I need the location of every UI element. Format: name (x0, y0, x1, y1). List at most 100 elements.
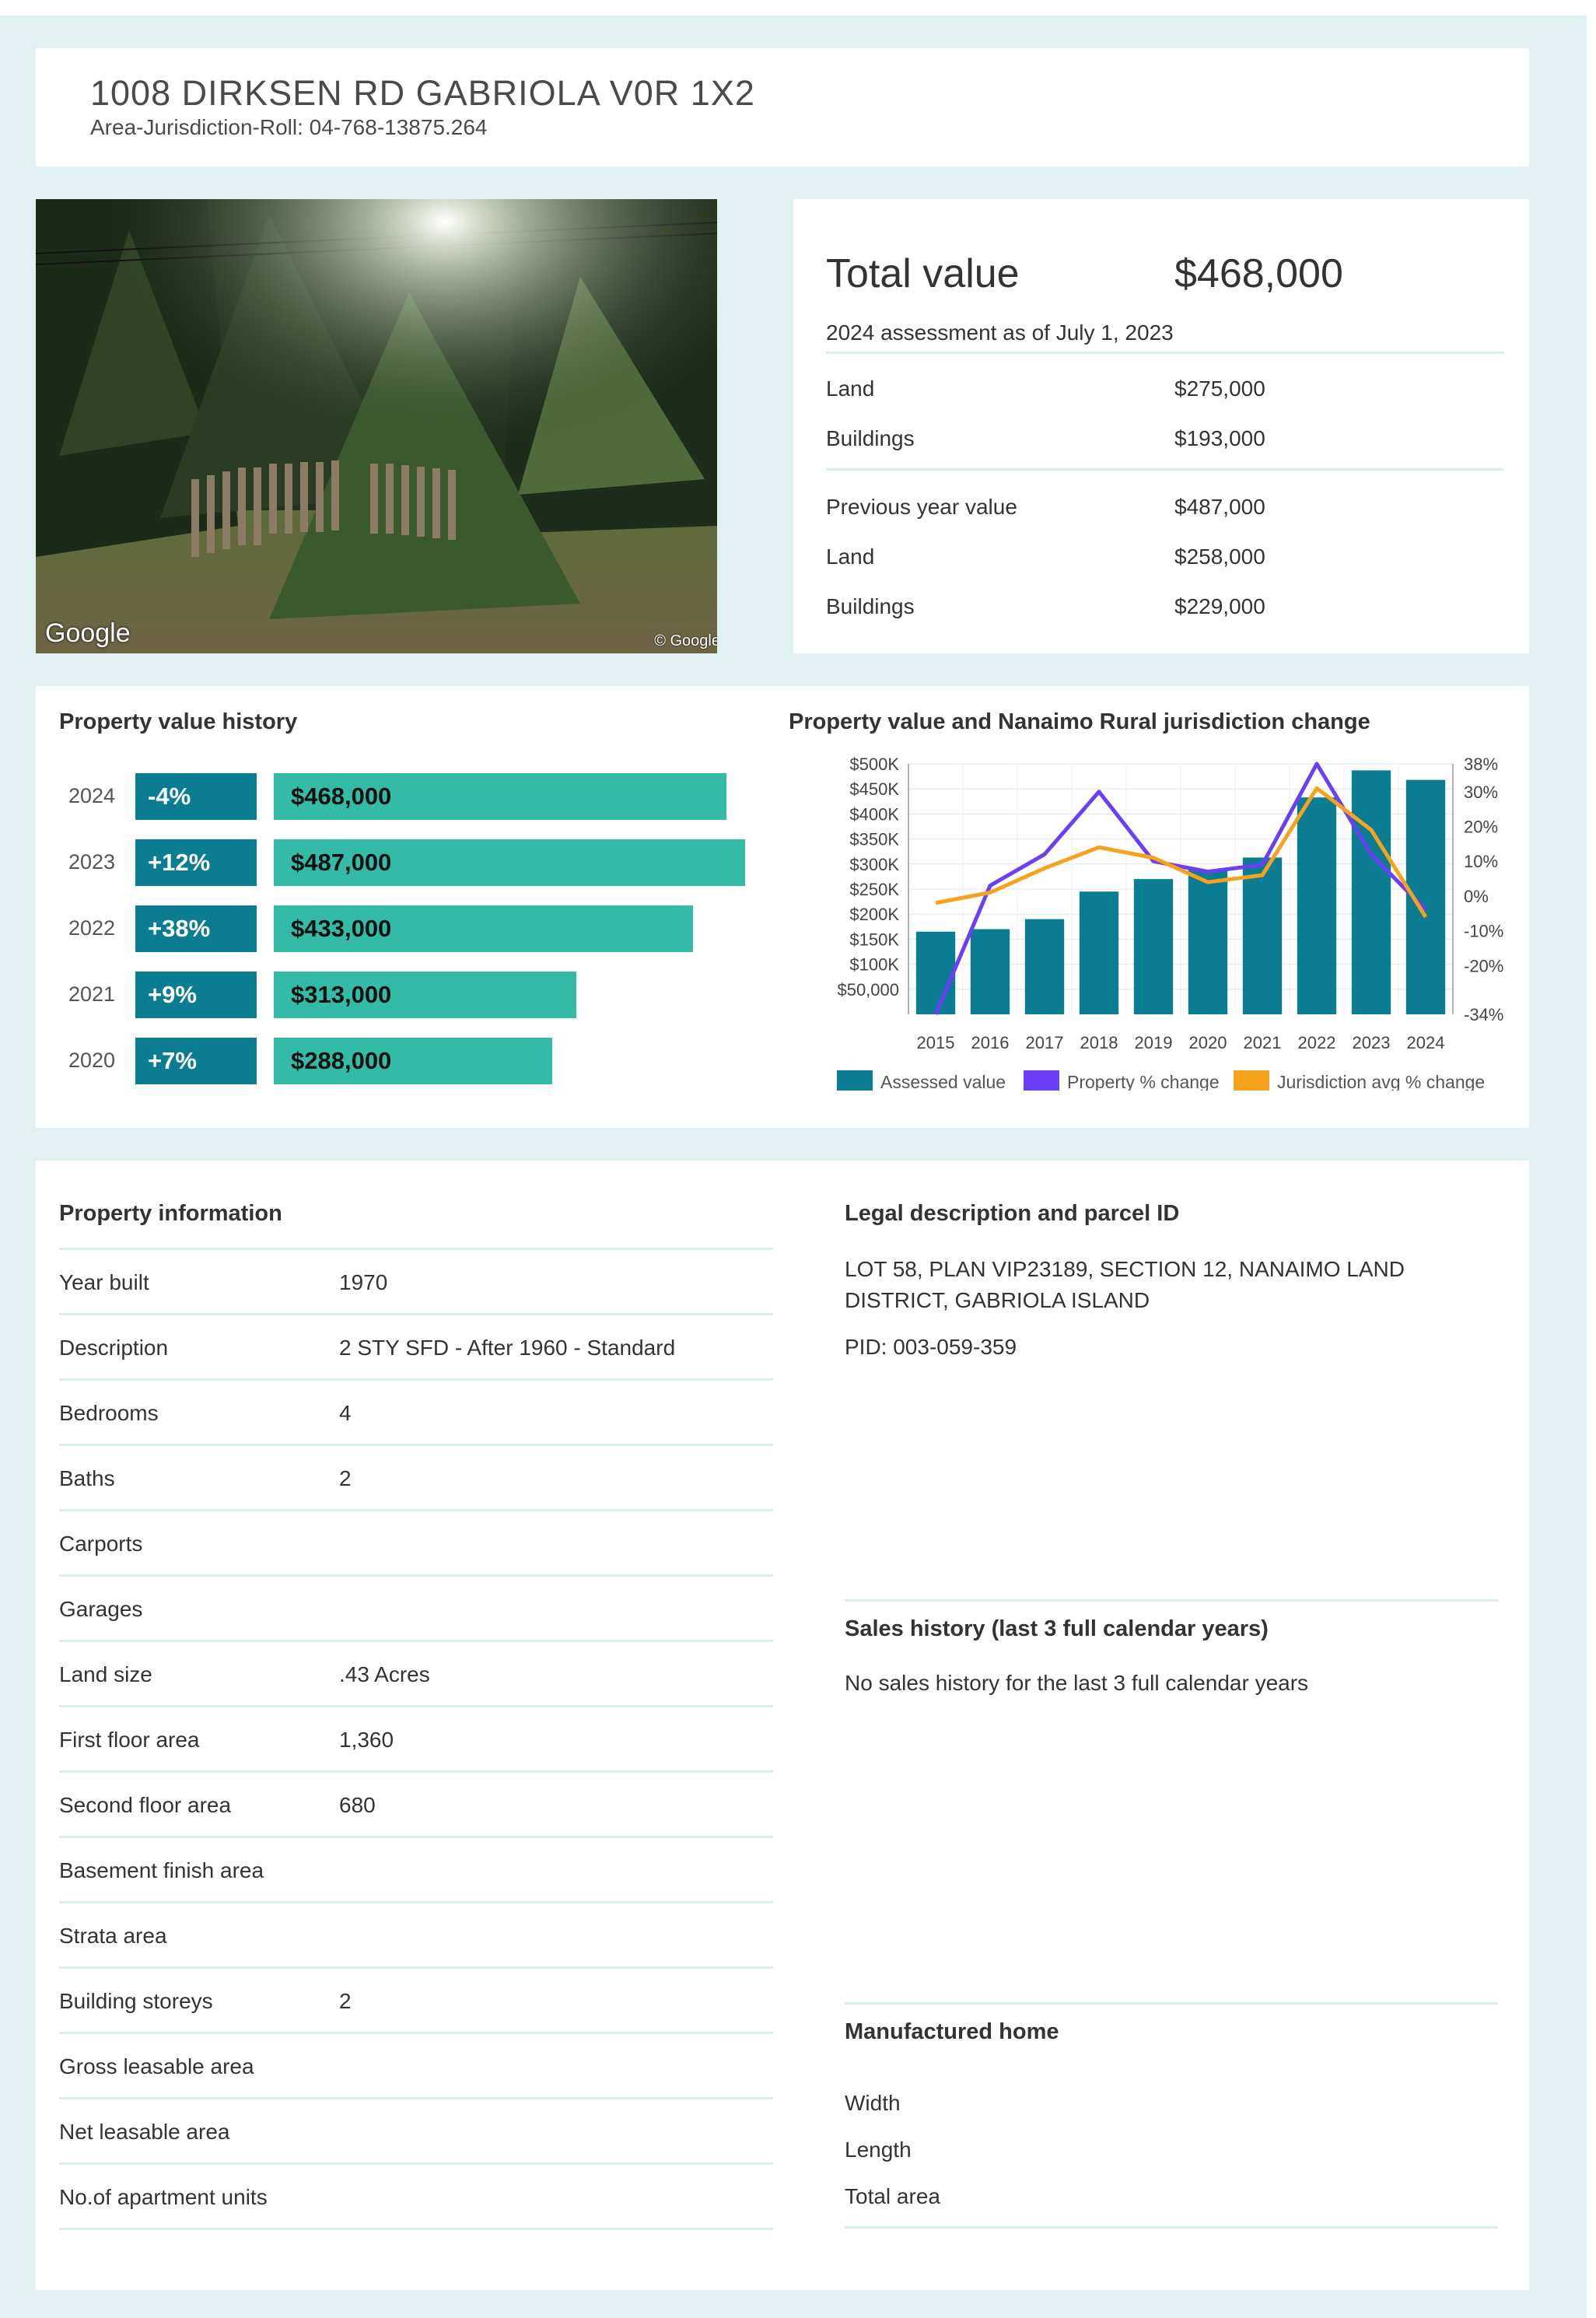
property-info-value: 2 (339, 1989, 352, 2013)
property-info-label: Gross leasable area (59, 2054, 254, 2078)
left-tick-label: $100K (849, 955, 899, 975)
history-year: 2023 (68, 850, 116, 874)
history-value-bar: $433,000 (274, 905, 693, 952)
x-tick-label: 2020 (1189, 1033, 1227, 1052)
assessed-value-bar (1297, 797, 1337, 1014)
assessed-value-bar (1242, 857, 1283, 1014)
history-year: 2020 (68, 1049, 116, 1072)
property-info-label: First floor area (59, 1728, 200, 1752)
property-address: 1008 DIRKSEN RD GABRIOLA V0R 1X2 (90, 73, 755, 113)
manufactured-width-label: Width (845, 2091, 901, 2115)
left-tick-label: $300K (849, 855, 899, 874)
history-year: 2024 (68, 784, 116, 807)
x-tick-label: 2019 (1135, 1033, 1173, 1052)
right-tick-label: 38% (1464, 755, 1498, 774)
property-info-row: Basement finish area (59, 1838, 773, 1903)
property-info-value: 680 (339, 1793, 376, 1817)
assessed-value-bar (1079, 891, 1119, 1014)
property-info-row: Garages (59, 1577, 773, 1642)
history-year: 2022 (68, 916, 116, 940)
google-logo: Google (45, 618, 131, 648)
parcel-id: PID: 003-059-359 (845, 1335, 1017, 1359)
property-info-label: No.of apartment units (59, 2185, 268, 2209)
property-info-row: Description 2 STY SFD - After 1960 - Stan… (59, 1315, 773, 1381)
history-change: +12% (135, 839, 257, 886)
left-tick-label: $50,000 (837, 980, 899, 1000)
previous-buildings-label: Buildings (826, 594, 915, 618)
legal-description-line1: LOT 58, PLAN VIP23189, SECTION 12, NANAI… (845, 1257, 1405, 1281)
property-info-value: 2 STY SFD - After 1960 - Standard (339, 1336, 676, 1360)
property-info-row: Net leasable area (59, 2099, 773, 2165)
buildings-value: $193,000 (1174, 426, 1265, 450)
left-tick-label: $400K (849, 804, 899, 824)
property-info-row: Year built 1970 (59, 1250, 773, 1315)
assessment-note: 2024 assessment as of July 1, 2023 (826, 320, 1174, 345)
property-info-label: Year built (59, 1270, 149, 1294)
previous-buildings-value: $229,000 (1174, 594, 1265, 618)
left-tick-label: $200K (849, 905, 899, 924)
property-info-title: Property information (59, 1201, 282, 1226)
legend-jurisdiction-change-swatch (1234, 1070, 1269, 1091)
assessed-value-bar (915, 931, 956, 1014)
previous-land-value: $258,000 (1174, 544, 1265, 569)
history-row: 2024 -4% $468,000 (36, 773, 782, 820)
x-tick-label: 2018 (1080, 1033, 1118, 1052)
property-info-label: Strata area (59, 1924, 167, 1948)
history-value-bar: $487,000 (274, 839, 745, 886)
total-value-card: Total value $468,000 2024 assessment as … (793, 199, 1529, 653)
total-value-label: Total value (826, 251, 1020, 296)
value-history-card: Property value history 2024 -4% $468,000 20… (36, 686, 1529, 1128)
property-info-row: Baths 2 (59, 1446, 773, 1511)
right-tick-label: -34% (1464, 1005, 1503, 1024)
legend-property-change-swatch (1024, 1070, 1059, 1091)
property-info-row: Bedrooms 4 (59, 1381, 773, 1446)
right-tick-label: 0% (1464, 887, 1489, 906)
previous-year-value: $487,000 (1174, 495, 1265, 519)
history-change: +9% (135, 972, 257, 1018)
right-tick-label: 30% (1464, 783, 1498, 802)
land-label: Land (826, 376, 875, 401)
right-tick-label: 20% (1464, 818, 1498, 837)
history-value-bar: $468,000 (274, 773, 726, 820)
divider (826, 468, 1504, 471)
address-header: 1008 DIRKSEN RD GABRIOLA V0R 1X2 Area-Ju… (36, 48, 1529, 166)
property-info-label: Net leasable area (59, 2120, 230, 2144)
legal-title: Legal description and parcel ID (845, 1201, 1180, 1226)
history-value-bar: $313,000 (274, 972, 576, 1018)
divider (826, 352, 1504, 354)
property-info-label: Bedrooms (59, 1401, 159, 1425)
x-tick-label: 2022 (1298, 1033, 1336, 1052)
property-info-value: 1970 (339, 1270, 388, 1294)
assessed-value-bar (970, 929, 1010, 1014)
legend-assessed-value-swatch (837, 1070, 873, 1091)
x-tick-label: 2021 (1244, 1033, 1282, 1052)
property-info-label: Description (59, 1336, 169, 1360)
left-tick-label: $250K (849, 880, 899, 899)
assessed-value-bar (1351, 770, 1391, 1014)
x-tick-label: 2015 (917, 1033, 955, 1052)
property-info-row: Gross leasable area (59, 2034, 773, 2099)
property-info-label: Building storeys (59, 1989, 213, 2013)
property-info-label: Baths (59, 1466, 115, 1490)
legend-assessed-value-label: Assessed value (880, 1072, 1006, 1091)
left-tick-label: $350K (849, 830, 899, 849)
legend-jurisdiction-change-label: Jurisdiction avg % change (1277, 1072, 1485, 1091)
left-tick-label: $500K (849, 755, 899, 774)
history-change: +7% (135, 1038, 257, 1084)
history-title: Property value history (59, 709, 298, 734)
property-info-row: First floor area 1,360 (59, 1707, 773, 1773)
assessed-value-bar (1188, 870, 1228, 1014)
x-tick-label: 2016 (971, 1033, 1010, 1052)
property-info-label: Garages (59, 1597, 143, 1621)
property-info-value: .43 Acres (339, 1662, 430, 1686)
property-info-row: Land size .43 Acres (59, 1642, 773, 1707)
property-info-label: Basement finish area (59, 1858, 264, 1882)
land-value: $275,000 (1174, 376, 1265, 401)
legend-property-change-label: Property % change (1067, 1072, 1220, 1091)
x-tick-label: 2024 (1407, 1033, 1445, 1052)
property-info-label: Land size (59, 1662, 152, 1686)
left-tick-label: $150K (849, 930, 899, 949)
history-row: 2023 +12% $487,000 (36, 839, 782, 886)
divider (845, 2226, 1498, 2229)
property-info-row: No.of apartment units (59, 2165, 773, 2230)
